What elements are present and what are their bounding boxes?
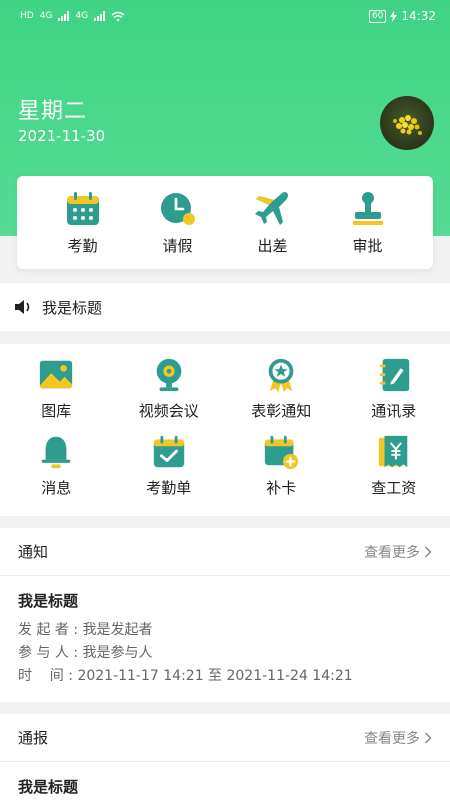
view-more-label: 查看更多 <box>364 544 420 561</box>
feature-label: 消息 <box>41 479 72 497</box>
section-title: 通知 <box>18 543 49 561</box>
feature-label: 通讯录 <box>371 402 417 420</box>
battery-icon: 60 <box>368 9 387 23</box>
quick-action-business-trip[interactable]: 出差 <box>238 189 308 256</box>
bell-icon <box>42 436 71 469</box>
quick-action-label: 出差 <box>257 237 288 255</box>
quick-action-attendance[interactable]: 考勤 <box>48 189 118 256</box>
notice-item[interactable]: 我是标题 发 起 者 : 我是发起者 参 与 人 : 我是参与人 时 间 : 2… <box>0 576 450 702</box>
report-section-header: 通报 查看更多 <box>0 714 450 762</box>
chevron-right-icon <box>424 545 432 558</box>
network-4g-2: 4G <box>75 11 89 21</box>
wifi-icon <box>111 11 125 21</box>
meta-label: 发 起 者 <box>18 622 69 638</box>
notice-section-header: 通知 查看更多 <box>0 528 450 576</box>
feature-label: 查工资 <box>371 479 417 497</box>
meta-label: 参 与 人 <box>18 645 69 661</box>
network-4g-1: 4G <box>39 11 53 21</box>
chevron-right-icon <box>424 731 432 744</box>
notice-time-row: 时 间 : 2021-11-17 14:21 至 2021-11-24 14:2… <box>18 668 353 684</box>
feature-commendation[interactable]: 表彰通知 <box>225 356 338 433</box>
signal-icon <box>94 11 106 21</box>
feature-card-replacement[interactable]: 补卡 <box>225 433 338 510</box>
view-more-link[interactable]: 查看更多 <box>364 728 432 748</box>
meta-label: 时 间 <box>18 668 64 684</box>
calendar-icon <box>66 192 99 225</box>
report-item-title: 我是标题 <box>18 778 79 796</box>
notice-initiator-row: 发 起 者 : 我是发起者 <box>18 622 153 638</box>
avatar-photo <box>393 115 422 135</box>
charging-icon <box>390 10 398 22</box>
calendar-check-icon <box>153 435 184 468</box>
feature-label: 图库 <box>41 402 72 420</box>
quick-action-label: 考勤 <box>67 237 98 255</box>
signal-icon <box>58 11 70 21</box>
meta-value: 2021-11-17 14:21 至 2021-11-24 14:21 <box>77 668 353 684</box>
notice-bar-text: 我是标题 <box>42 298 103 317</box>
quick-action-leave[interactable]: 请假 <box>143 189 213 256</box>
feature-label: 表彰通知 <box>251 402 312 420</box>
view-more-label: 查看更多 <box>364 730 420 747</box>
notebook-icon <box>379 358 409 392</box>
section-title: 通报 <box>18 729 49 747</box>
notice-item-title: 我是标题 <box>18 592 79 610</box>
weekday: 星期二 <box>18 99 88 124</box>
feature-label: 视频会议 <box>138 402 199 420</box>
feature-salary[interactable]: 查工资 <box>338 433 450 510</box>
webcam-icon <box>156 358 182 392</box>
avatar[interactable] <box>380 96 434 150</box>
quick-action-label: 审批 <box>352 237 383 255</box>
status-bar: HD 4G 4G 60 14:32 <box>0 0 450 32</box>
speaker-icon <box>15 300 30 314</box>
picture-icon <box>40 360 73 389</box>
notice-participant-row: 参 与 人 : 我是参与人 <box>18 645 153 661</box>
feature-gallery[interactable]: 图库 <box>0 356 113 433</box>
quick-actions-card: 考勤 请假 出差 审批 <box>17 176 433 269</box>
feature-label: 补卡 <box>266 479 297 497</box>
hd-indicator: HD <box>20 11 34 21</box>
report-item[interactable]: 我是标题 <box>0 762 450 800</box>
view-more-link[interactable]: 查看更多 <box>364 542 432 562</box>
award-icon <box>268 358 294 393</box>
airplane-icon <box>254 192 288 225</box>
feature-grid: 图库 视频会议 表彰通知 通讯录 消息 考勤单 补卡 查工资 <box>0 344 450 516</box>
quick-action-approval[interactable]: 审批 <box>333 189 403 256</box>
clock-icon <box>160 193 195 225</box>
report-section: 通报 查看更多 我是标题 <box>0 714 450 800</box>
clock-time: 14:32 <box>401 9 436 23</box>
meta-value: 我是发起者 <box>82 622 153 638</box>
stamp-icon <box>352 192 383 225</box>
notice-section: 通知 查看更多 我是标题 发 起 者 : 我是发起者 参 与 人 : 我是参与人… <box>0 528 450 702</box>
quick-action-label: 请假 <box>162 237 193 255</box>
meta-value: 我是参与人 <box>82 645 153 661</box>
notice-bar[interactable]: 我是标题 <box>0 283 450 331</box>
salary-icon <box>378 435 408 468</box>
status-left: HD 4G 4G <box>20 11 125 22</box>
status-right: 60 14:32 <box>368 9 436 23</box>
feature-messages[interactable]: 消息 <box>0 433 113 510</box>
feature-attendance-sheet[interactable]: 考勤单 <box>113 433 226 510</box>
feature-video-meeting[interactable]: 视频会议 <box>113 356 226 433</box>
feature-contacts[interactable]: 通讯录 <box>338 356 450 433</box>
date: 2021-11-30 <box>18 127 106 145</box>
calendar-plus-icon <box>265 435 299 470</box>
feature-label: 考勤单 <box>146 479 192 497</box>
